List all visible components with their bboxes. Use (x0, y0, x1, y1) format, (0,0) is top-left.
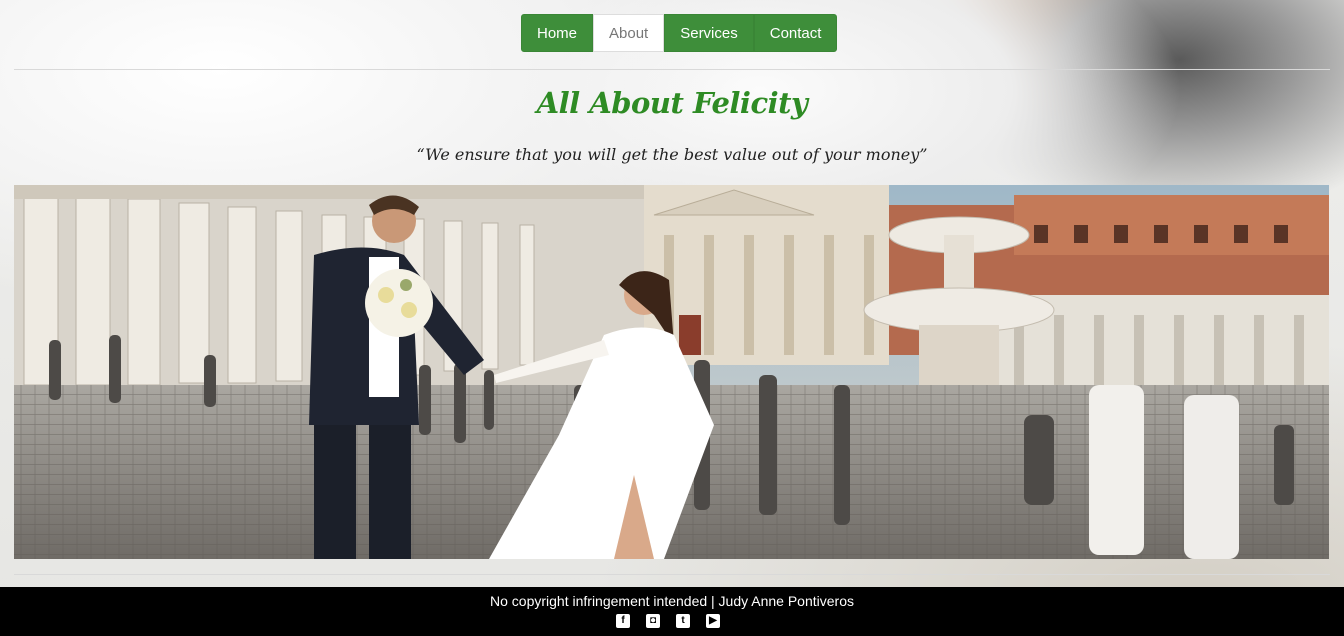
page-title: All About Felicity (536, 86, 808, 120)
wedding-couple-plaza-image (14, 185, 1329, 559)
nav-contact[interactable]: Contact (753, 14, 838, 52)
twitter-icon[interactable]: t (676, 614, 690, 628)
youtube-icon[interactable]: ▶ (706, 614, 720, 628)
page-tagline: “We ensure that you will get the best va… (416, 145, 928, 164)
hero-photo (14, 185, 1329, 559)
header-divider (14, 69, 1330, 70)
social-links: f ◘ t ▶ (616, 614, 720, 628)
site-footer: No copyright infringement intended | Jud… (0, 587, 1344, 636)
instagram-icon[interactable]: ◘ (646, 614, 660, 628)
footer-copyright: No copyright infringement intended | Jud… (490, 593, 854, 609)
nav-home[interactable]: Home (521, 14, 594, 52)
main-nav: Home About Services Contact (521, 14, 838, 52)
content-divider (14, 574, 1330, 575)
nav-about[interactable]: About (593, 14, 665, 52)
nav-services[interactable]: Services (664, 14, 754, 52)
facebook-icon[interactable]: f (616, 614, 630, 628)
